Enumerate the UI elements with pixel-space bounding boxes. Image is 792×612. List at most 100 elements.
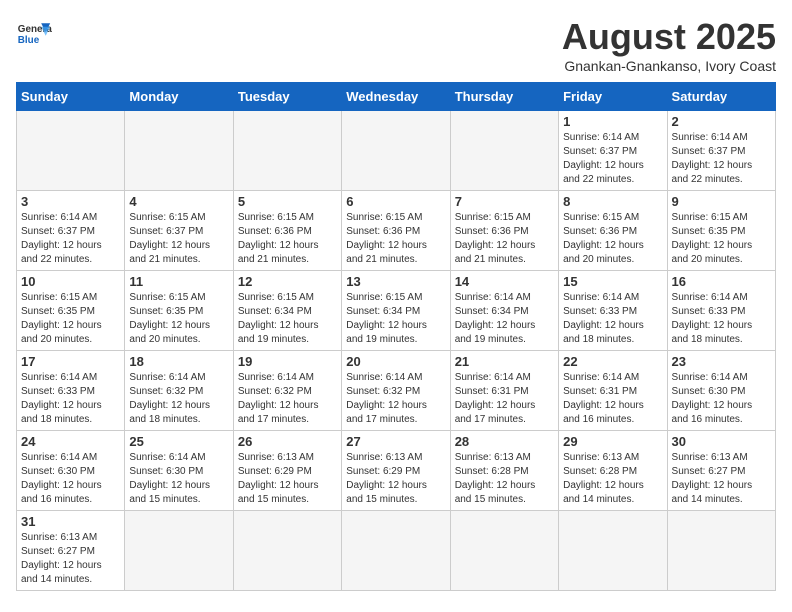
day-number: 11	[129, 274, 228, 289]
week-row-2: 10 Sunrise: 6:15 AMSunset: 6:35 PMDayligh…	[17, 271, 776, 351]
day-number: 8	[563, 194, 662, 209]
day-number: 7	[455, 194, 554, 209]
svg-text:Blue: Blue	[18, 35, 40, 46]
calendar-title: August 2025	[562, 16, 776, 58]
calendar-cell	[125, 511, 233, 591]
day-number: 21	[455, 354, 554, 369]
calendar-cell: 11 Sunrise: 6:15 AMSunset: 6:35 PMDayligh…	[125, 271, 233, 351]
day-info: Sunrise: 6:14 AMSunset: 6:37 PMDaylight:…	[21, 211, 120, 267]
weekday-header-row: SundayMondayTuesdayWednesdayThursdayFrid…	[17, 83, 776, 111]
day-number: 4	[129, 194, 228, 209]
day-number: 10	[21, 274, 120, 289]
day-number: 31	[21, 514, 120, 529]
day-number: 20	[346, 354, 445, 369]
day-info: Sunrise: 6:14 AMSunset: 6:30 PMDaylight:…	[21, 451, 120, 507]
day-info: Sunrise: 6:14 AMSunset: 6:32 PMDaylight:…	[346, 371, 445, 427]
logo: General Blue	[16, 16, 52, 52]
week-row-0: 1 Sunrise: 6:14 AMSunset: 6:37 PMDaylight…	[17, 111, 776, 191]
calendar-cell: 24 Sunrise: 6:14 AMSunset: 6:30 PMDayligh…	[17, 431, 125, 511]
calendar-subtitle: Gnankan-Gnankanso, Ivory Coast	[562, 58, 776, 74]
calendar-cell: 7 Sunrise: 6:15 AMSunset: 6:36 PMDaylight…	[450, 191, 558, 271]
day-info: Sunrise: 6:14 AMSunset: 6:34 PMDaylight:…	[455, 291, 554, 347]
day-number: 9	[672, 194, 771, 209]
calendar-cell: 22 Sunrise: 6:14 AMSunset: 6:31 PMDayligh…	[559, 351, 667, 431]
day-info: Sunrise: 6:14 AMSunset: 6:32 PMDaylight:…	[129, 371, 228, 427]
day-info: Sunrise: 6:14 AMSunset: 6:37 PMDaylight:…	[563, 131, 662, 187]
calendar-cell: 23 Sunrise: 6:14 AMSunset: 6:30 PMDayligh…	[667, 351, 775, 431]
calendar-cell	[233, 511, 341, 591]
weekday-header-sunday: Sunday	[17, 83, 125, 111]
day-number: 16	[672, 274, 771, 289]
day-info: Sunrise: 6:13 AMSunset: 6:27 PMDaylight:…	[21, 531, 120, 587]
header: General Blue August 2025 Gnankan-Gnankan…	[16, 16, 776, 74]
day-number: 6	[346, 194, 445, 209]
day-info: Sunrise: 6:15 AMSunset: 6:36 PMDaylight:…	[238, 211, 337, 267]
day-number: 29	[563, 434, 662, 449]
day-number: 3	[21, 194, 120, 209]
calendar-cell	[233, 111, 341, 191]
calendar-cell: 19Sunrise: 6:14 AMSunset: 6:32 PMDayligh…	[233, 351, 341, 431]
week-row-4: 24 Sunrise: 6:14 AMSunset: 6:30 PMDayligh…	[17, 431, 776, 511]
day-number: 18	[129, 354, 228, 369]
weekday-header-friday: Friday	[559, 83, 667, 111]
calendar-cell: 29Sunrise: 6:13 AMSunset: 6:28 PMDayligh…	[559, 431, 667, 511]
day-info: Sunrise: 6:15 AMSunset: 6:34 PMDaylight:…	[346, 291, 445, 347]
calendar-cell: 16 Sunrise: 6:14 AMSunset: 6:33 PMDayligh…	[667, 271, 775, 351]
calendar-cell: 17Sunrise: 6:14 AMSunset: 6:33 PMDayligh…	[17, 351, 125, 431]
day-number: 28	[455, 434, 554, 449]
calendar-table: SundayMondayTuesdayWednesdayThursdayFrid…	[16, 82, 776, 591]
weekday-header-saturday: Saturday	[667, 83, 775, 111]
day-number: 12	[238, 274, 337, 289]
day-info: Sunrise: 6:14 AMSunset: 6:33 PMDaylight:…	[21, 371, 120, 427]
day-info: Sunrise: 6:14 AMSunset: 6:31 PMDaylight:…	[563, 371, 662, 427]
day-info: Sunrise: 6:15 AMSunset: 6:35 PMDaylight:…	[129, 291, 228, 347]
day-number: 24	[21, 434, 120, 449]
day-number: 14	[455, 274, 554, 289]
calendar-cell	[667, 511, 775, 591]
calendar-cell: 18 Sunrise: 6:14 AMSunset: 6:32 PMDayligh…	[125, 351, 233, 431]
day-info: Sunrise: 6:13 AMSunset: 6:29 PMDaylight:…	[346, 451, 445, 507]
day-info: Sunrise: 6:15 AMSunset: 6:34 PMDaylight:…	[238, 291, 337, 347]
day-number: 1	[563, 114, 662, 129]
calendar-cell: 5 Sunrise: 6:15 AMSunset: 6:36 PMDaylight…	[233, 191, 341, 271]
day-info: Sunrise: 6:14 AMSunset: 6:37 PMDaylight:…	[672, 131, 771, 187]
day-number: 26	[238, 434, 337, 449]
calendar-cell: 8Sunrise: 6:15 AMSunset: 6:36 PMDaylight…	[559, 191, 667, 271]
weekday-header-thursday: Thursday	[450, 83, 558, 111]
day-number: 15	[563, 274, 662, 289]
calendar-cell	[559, 511, 667, 591]
day-number: 22	[563, 354, 662, 369]
day-number: 13	[346, 274, 445, 289]
day-info: Sunrise: 6:15 AMSunset: 6:36 PMDaylight:…	[455, 211, 554, 267]
calendar-cell	[342, 511, 450, 591]
calendar-cell: 6 Sunrise: 6:15 AMSunset: 6:36 PMDaylight…	[342, 191, 450, 271]
calendar-cell: 1 Sunrise: 6:14 AMSunset: 6:37 PMDaylight…	[559, 111, 667, 191]
day-number: 23	[672, 354, 771, 369]
weekday-header-monday: Monday	[125, 83, 233, 111]
calendar-cell	[450, 511, 558, 591]
day-info: Sunrise: 6:14 AMSunset: 6:30 PMDaylight:…	[672, 371, 771, 427]
day-info: Sunrise: 6:14 AMSunset: 6:30 PMDaylight:…	[129, 451, 228, 507]
day-number: 2	[672, 114, 771, 129]
calendar-cell: 12 Sunrise: 6:15 AMSunset: 6:34 PMDayligh…	[233, 271, 341, 351]
logo-icon: General Blue	[16, 16, 52, 52]
day-info: Sunrise: 6:14 AMSunset: 6:33 PMDaylight:…	[672, 291, 771, 347]
day-info: Sunrise: 6:14 AMSunset: 6:31 PMDaylight:…	[455, 371, 554, 427]
title-area: August 2025 Gnankan-Gnankanso, Ivory Coa…	[562, 16, 776, 74]
calendar-cell	[125, 111, 233, 191]
day-number: 5	[238, 194, 337, 209]
calendar-cell: 26Sunrise: 6:13 AMSunset: 6:29 PMDayligh…	[233, 431, 341, 511]
weekday-header-wednesday: Wednesday	[342, 83, 450, 111]
day-number: 25	[129, 434, 228, 449]
calendar-cell: 27Sunrise: 6:13 AMSunset: 6:29 PMDayligh…	[342, 431, 450, 511]
day-info: Sunrise: 6:15 AMSunset: 6:36 PMDaylight:…	[346, 211, 445, 267]
weekday-header-tuesday: Tuesday	[233, 83, 341, 111]
calendar-cell: 4Sunrise: 6:15 AMSunset: 6:37 PMDaylight…	[125, 191, 233, 271]
calendar-cell: 30Sunrise: 6:13 AMSunset: 6:27 PMDayligh…	[667, 431, 775, 511]
day-info: Sunrise: 6:15 AMSunset: 6:35 PMDaylight:…	[672, 211, 771, 267]
day-info: Sunrise: 6:15 AMSunset: 6:35 PMDaylight:…	[21, 291, 120, 347]
calendar-cell: 31 Sunrise: 6:13 AMSunset: 6:27 PMDayligh…	[17, 511, 125, 591]
day-info: Sunrise: 6:13 AMSunset: 6:28 PMDaylight:…	[455, 451, 554, 507]
day-number: 30	[672, 434, 771, 449]
calendar-cell: 2 Sunrise: 6:14 AMSunset: 6:37 PMDaylight…	[667, 111, 775, 191]
